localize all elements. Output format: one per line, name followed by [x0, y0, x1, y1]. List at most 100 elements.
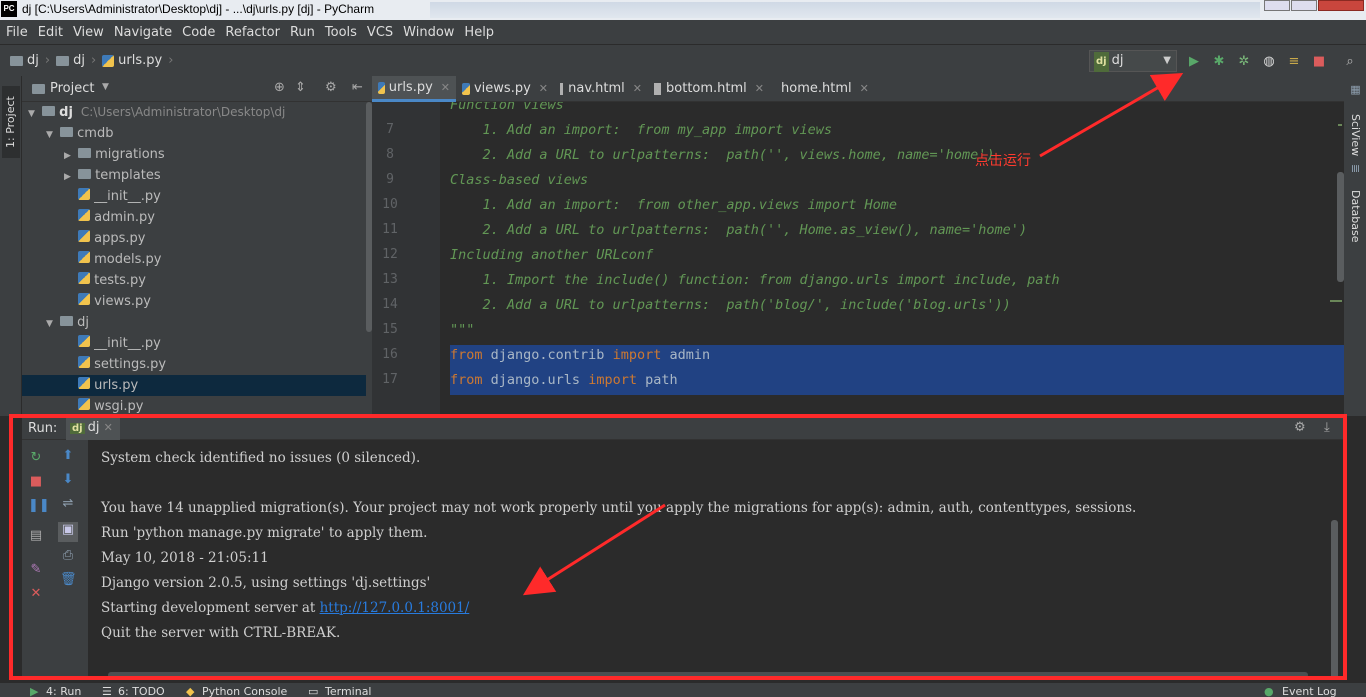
menu-item-view[interactable]: View [73, 25, 104, 40]
python-file-icon [462, 83, 470, 95]
editor-scrollbar[interactable] [1337, 172, 1344, 282]
project-icon [32, 84, 45, 94]
menu-item-run[interactable]: Run [290, 25, 315, 40]
hide-panel-icon[interactable]: ⇤ [352, 80, 363, 95]
folder-icon [42, 106, 56, 116]
editor-tab-views-py[interactable]: views.py ✕ [456, 76, 554, 102]
breadcrumb-separator: › [168, 53, 174, 68]
chevron-down-icon: ▼ [28, 109, 35, 119]
close-tab-icon[interactable]: ✕ [633, 76, 642, 102]
run-icon[interactable]: ▶ [1186, 54, 1202, 70]
tree-item[interactable]: ▶ templates [22, 165, 366, 186]
close-tab-icon[interactable]: ✕ [539, 76, 548, 102]
profile-icon[interactable]: ◍ [1261, 54, 1277, 70]
menu-item-vcs[interactable]: VCS [367, 25, 393, 40]
editor-tab-home-html[interactable]: home.html ✕ [770, 76, 872, 102]
line-number-gutter: 7 8 9 10 11 12 13 14 15 16 17 [372, 102, 440, 414]
line-number: 10 [382, 197, 398, 212]
tool-tab-project[interactable]: 1: Project [2, 86, 20, 158]
menu-item-window[interactable]: Window [403, 25, 454, 40]
line-number: 9 [386, 172, 394, 187]
code-line: from django.contrib import admin [450, 347, 710, 363]
close-tab-icon[interactable]: ✕ [755, 76, 764, 102]
tree-item-label: wsgi.py [94, 399, 144, 414]
tree-item-label: apps.py [94, 231, 146, 246]
tool-tab-database[interactable]: Database [1346, 180, 1364, 252]
tree-item[interactable]: ▼ cmdb [22, 123, 366, 144]
debug-icon[interactable]: ✱ [1211, 54, 1227, 70]
tree-item[interactable]: wsgi.py [22, 396, 366, 414]
tree-item[interactable]: __init__.py [22, 333, 366, 354]
chevron-right-icon[interactable]: ▶ [64, 146, 74, 167]
code-line: from django.urls import path [450, 372, 678, 388]
tool-tab-terminal[interactable]: Terminal [325, 685, 372, 697]
python-file-icon [102, 54, 115, 67]
menu-item-help[interactable]: Help [464, 25, 494, 40]
chevron-down-icon[interactable]: ▼ [46, 314, 56, 335]
tree-item-label: urls.py [94, 378, 139, 393]
tree-item[interactable]: settings.py [22, 354, 366, 375]
tree-item[interactable]: tests.py [22, 270, 366, 291]
tool-tab-event-log[interactable]: Event Log [1282, 685, 1337, 697]
tool-tab-sciview[interactable]: SciView [1346, 100, 1364, 170]
run-configuration-select[interactable]: dj dj ▼ [1089, 50, 1177, 72]
breadcrumb-folder[interactable]: dj [73, 53, 85, 68]
tree-item-label: migrations [95, 147, 165, 162]
menu-item-edit[interactable]: Edit [38, 25, 63, 40]
tree-root[interactable]: ▼ dj C:\Users\Administrator\Desktop\dj [22, 102, 366, 123]
close-tab-icon[interactable]: ✕ [860, 76, 869, 102]
editor-tab-urls-py[interactable]: urls.py ✕ [372, 76, 456, 102]
tree-item-label: templates [95, 168, 161, 183]
error-stripe-mark [1330, 300, 1342, 302]
search-icon[interactable]: ⌕ [1342, 54, 1358, 70]
editor-tab-bar: urls.py ✕ views.py ✕ nav.html ✕ bottom.html ✕ ho… [372, 76, 1344, 102]
event-log-icon: ● [1264, 685, 1274, 697]
menu-item-code[interactable]: Code [182, 25, 215, 40]
close-window-button[interactable] [1318, 0, 1364, 11]
minimize-button[interactable] [1264, 0, 1290, 11]
tree-item[interactable]: admin.py [22, 207, 366, 228]
tree-item-label: dj [77, 315, 90, 330]
breadcrumb-root[interactable]: dj [27, 53, 39, 68]
tool-tab-run[interactable]: 4: Run [46, 685, 81, 697]
chevron-down-icon[interactable]: ▼ [46, 125, 56, 146]
tree-item[interactable]: ▼ dj [22, 312, 366, 333]
editor-tab-bottom-html[interactable]: bottom.html ✕ [648, 76, 770, 102]
tree-item[interactable]: views.py [22, 291, 366, 312]
chevron-right-icon[interactable]: ▶ [64, 167, 74, 188]
code-line: """ [450, 322, 475, 338]
tree-item[interactable]: models.py [22, 249, 366, 270]
menu-bar: File Edit View Navigate Code Refactor Run Tools… [0, 20, 1366, 44]
tree-item[interactable]: ▶ migrations [22, 144, 366, 165]
maximize-button[interactable] [1291, 0, 1317, 11]
close-tab-icon[interactable]: ✕ [441, 75, 450, 101]
coverage-icon[interactable]: ✲ [1236, 54, 1252, 70]
breadcrumb-file[interactable]: urls.py [118, 53, 162, 68]
menu-item-tools[interactable]: Tools [325, 25, 357, 40]
collapse-all-icon[interactable]: ⇕ [295, 80, 306, 95]
locate-icon[interactable]: ⊕ [274, 80, 285, 95]
stop-icon[interactable]: ■ [1311, 54, 1327, 70]
line-number: 14 [382, 297, 398, 312]
gear-icon[interactable]: ⚙ [325, 80, 337, 95]
menu-item-file[interactable]: File [6, 25, 28, 40]
tool-tab-python-console[interactable]: Python Console [202, 685, 287, 697]
code-line: 2. Add a URL to urlpatterns: path('', vi… [450, 147, 995, 163]
tree-item[interactable]: urls.py [22, 375, 366, 396]
concurrency-icon[interactable]: ≡ [1286, 54, 1302, 70]
tree-item-label: cmdb [77, 126, 114, 141]
code-editor[interactable]: 7 8 9 10 11 12 13 14 15 16 17 Function views 1. Ad… [372, 102, 1344, 414]
tree-item-label: settings.py [94, 357, 167, 372]
tree-item[interactable]: __init__.py [22, 186, 366, 207]
taskbar-background [430, 2, 1260, 18]
menu-item-navigate[interactable]: Navigate [114, 25, 172, 40]
editor-tab-label: home.html [781, 81, 852, 96]
python-file-icon [78, 356, 91, 368]
project-view-selector[interactable]: Project [50, 81, 94, 96]
tool-tab-todo[interactable]: 6: TODO [118, 685, 165, 697]
editor-tab-label: nav.html [568, 81, 625, 96]
tree-item[interactable]: apps.py [22, 228, 366, 249]
menu-item-refactor[interactable]: Refactor [225, 25, 280, 40]
editor-tab-nav-html[interactable]: nav.html ✕ [554, 76, 648, 102]
tree-item-label: __init__.py [94, 189, 161, 204]
